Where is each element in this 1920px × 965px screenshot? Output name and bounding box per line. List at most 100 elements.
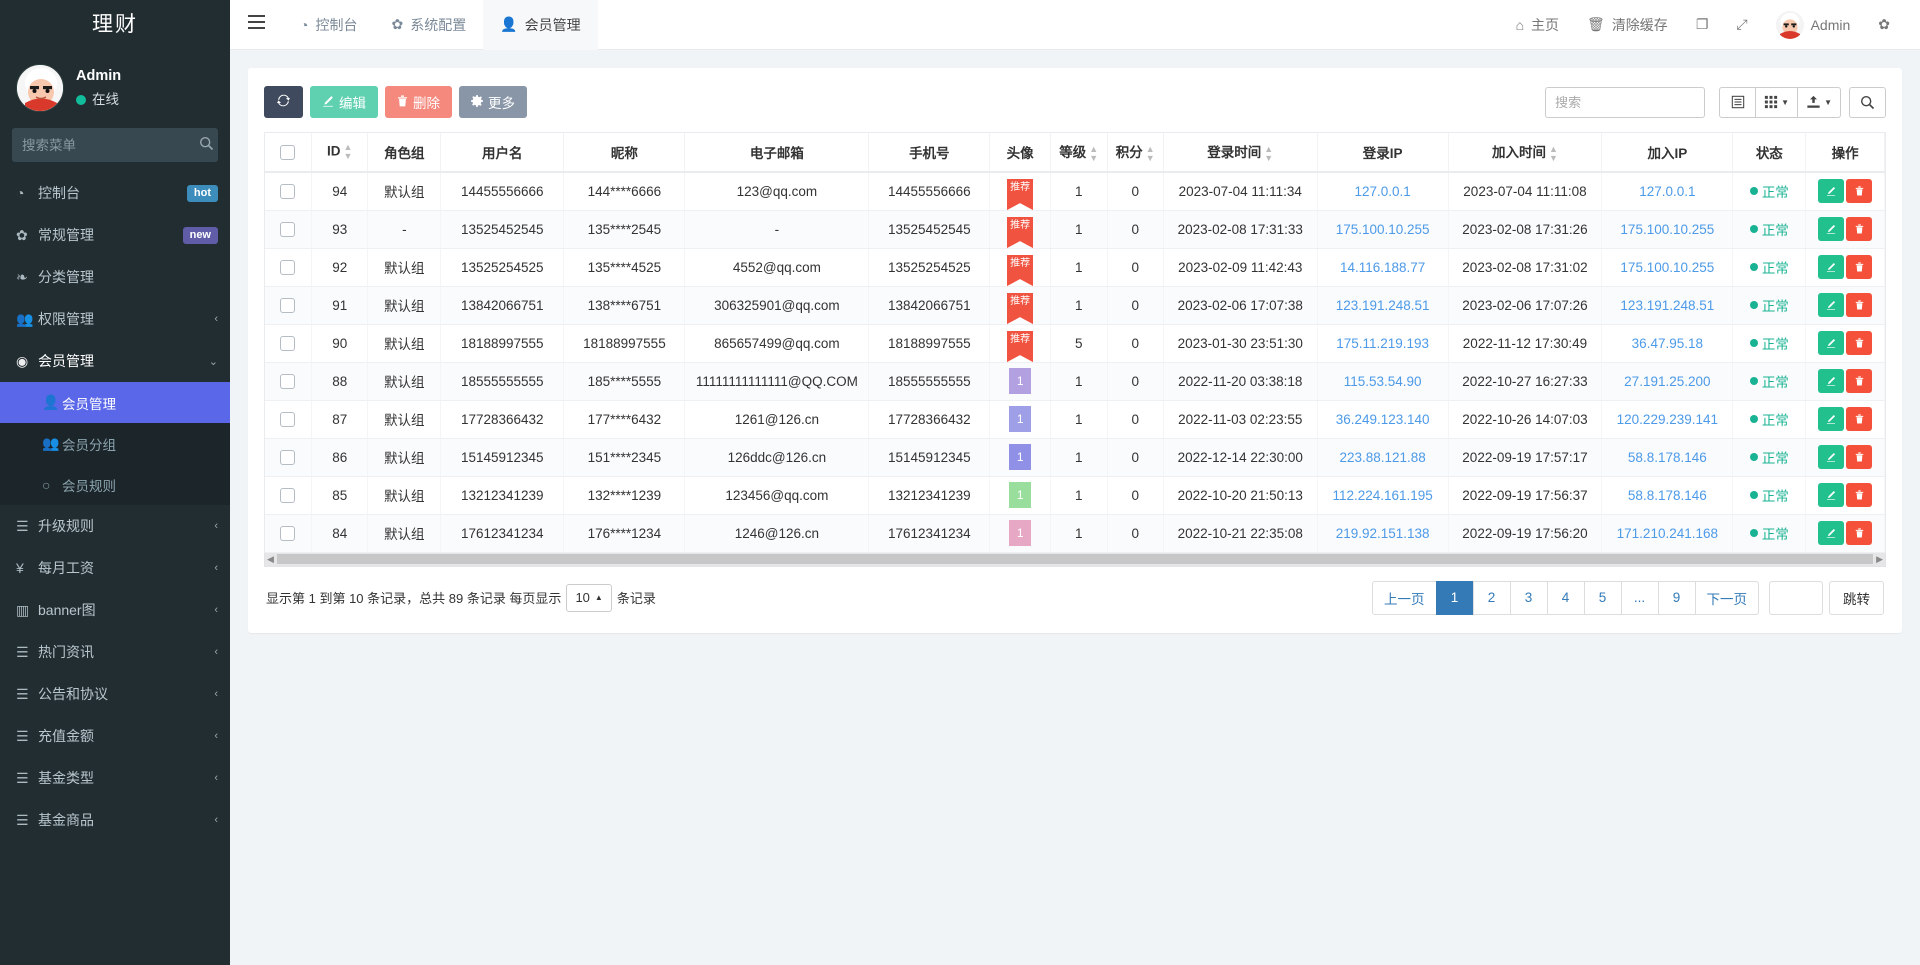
row-checkbox[interactable]	[280, 298, 295, 313]
grid-columns-icon[interactable]: ▼	[1756, 87, 1798, 118]
pager-prev[interactable]: 上一页	[1372, 581, 1437, 615]
ip-link[interactable]: 219.92.151.138	[1336, 526, 1430, 541]
sidebar-item-7[interactable]: ¥每月工资‹	[0, 547, 230, 589]
horizontal-scrollbar[interactable]: ◀ ▶	[264, 553, 1886, 567]
ip-link[interactable]: 223.88.121.88	[1339, 450, 1425, 465]
column-header-level[interactable]: 等级▲▼	[1050, 133, 1107, 172]
topbar-action-5[interactable]: Admin	[1762, 0, 1865, 50]
pager-page-6[interactable]: ...	[1621, 581, 1659, 615]
table-row[interactable]: 85默认组13212341239132****1239123456@qq.com…	[265, 476, 1885, 514]
sidebar-item-10[interactable]: ☰公告和协议‹	[0, 673, 230, 715]
row-delete-button[interactable]	[1846, 445, 1872, 469]
row-edit-button[interactable]	[1818, 483, 1844, 507]
row-edit-button[interactable]	[1818, 331, 1844, 355]
ip-link[interactable]: 123.191.248.51	[1620, 298, 1714, 313]
row-edit-button[interactable]	[1818, 217, 1844, 241]
table-row[interactable]: 88默认组18555555555185****55551111111111111…	[265, 362, 1885, 400]
refresh-button[interactable]	[264, 86, 303, 118]
pager-page-5[interactable]: 5	[1584, 581, 1622, 615]
row-delete-button[interactable]	[1846, 521, 1872, 545]
column-header-login_time[interactable]: 登录时间▲▼	[1164, 133, 1317, 172]
delete-button[interactable]: 删除	[385, 86, 452, 118]
row-delete-button[interactable]	[1846, 483, 1872, 507]
table-row[interactable]: 90默认组1818899755518188997555865657499@qq.…	[265, 324, 1885, 362]
ip-link[interactable]: 58.8.178.146	[1628, 450, 1707, 465]
pager-page-4[interactable]: 4	[1547, 581, 1585, 615]
row-edit-button[interactable]	[1818, 407, 1844, 431]
table-row[interactable]: 94默认组14455556666144****6666123@qq.com144…	[265, 172, 1885, 210]
ip-link[interactable]: 27.191.25.200	[1624, 374, 1710, 389]
sidebar-search-box[interactable]	[12, 128, 218, 162]
edit-button[interactable]: 编辑	[310, 86, 378, 118]
row-delete-button[interactable]	[1846, 179, 1872, 203]
ip-link[interactable]: 120.229.239.141	[1617, 412, 1718, 427]
ip-link[interactable]: 171.210.241.168	[1617, 526, 1718, 541]
topbar-action-2[interactable]: 🗑清除缓存	[1573, 0, 1682, 50]
row-delete-button[interactable]	[1846, 217, 1872, 241]
row-checkbox[interactable]	[280, 336, 295, 351]
row-checkbox[interactable]	[280, 260, 295, 275]
pager-page-3[interactable]: 3	[1510, 581, 1548, 615]
scroll-left-arrow-icon[interactable]: ◀	[267, 554, 274, 565]
ip-link[interactable]: 36.249.123.140	[1336, 412, 1430, 427]
scrollbar-thumb[interactable]	[277, 554, 1873, 564]
search-submit-button[interactable]	[1849, 87, 1886, 118]
ip-link[interactable]: 112.224.161.195	[1332, 488, 1432, 503]
sidebar-item-6[interactable]: ☰升级规则‹	[0, 505, 230, 547]
pager-page-7[interactable]: 9	[1658, 581, 1696, 615]
sidebar-item-4[interactable]: 👥权限管理‹	[0, 298, 230, 340]
topbar-action-4[interactable]: ⤢	[1722, 0, 1761, 50]
ip-link[interactable]: 175.100.10.255	[1620, 260, 1714, 275]
row-delete-button[interactable]	[1846, 255, 1872, 279]
topbar-action-1[interactable]: ⌂主页	[1502, 0, 1573, 50]
search-icon[interactable]	[199, 136, 214, 155]
ip-link[interactable]: 127.0.0.1	[1354, 184, 1410, 199]
sidebar-item-11[interactable]: ☰充值金额‹	[0, 715, 230, 757]
sort-icon[interactable]: ▲▼	[1089, 145, 1098, 163]
column-header-join_time[interactable]: 加入时间▲▼	[1448, 133, 1601, 172]
ip-link[interactable]: 14.116.188.77	[1340, 260, 1425, 275]
ip-link[interactable]: 175.11.219.193	[1336, 336, 1429, 351]
ip-link[interactable]: 58.8.178.146	[1628, 488, 1707, 503]
table-scroll-container[interactable]: ID▲▼角色组用户名昵称电子邮箱手机号头像等级▲▼积分▲▼登录时间▲▼登录IP加…	[264, 132, 1886, 553]
topbar-action-6[interactable]: ✿	[1864, 0, 1904, 50]
scroll-right-arrow-icon[interactable]: ▶	[1876, 554, 1883, 565]
row-delete-button[interactable]	[1846, 331, 1872, 355]
sidebar-item-5[interactable]: ◉会员管理⌄	[0, 340, 230, 382]
table-search-input[interactable]	[1545, 87, 1705, 118]
page-jump-button[interactable]: 跳转	[1829, 581, 1884, 615]
ip-link[interactable]: 175.100.10.255	[1620, 222, 1714, 237]
row-checkbox[interactable]	[280, 526, 295, 541]
sidebar-item-9[interactable]: ☰热门资讯‹	[0, 631, 230, 673]
sort-icon[interactable]: ▲▼	[343, 143, 352, 161]
row-checkbox[interactable]	[280, 184, 295, 199]
ip-link[interactable]: 123.191.248.51	[1336, 298, 1430, 313]
select-all-checkbox[interactable]	[280, 145, 295, 160]
row-checkbox[interactable]	[280, 450, 295, 465]
menu-toggle-icon[interactable]	[230, 15, 283, 34]
sidebar-subitem-2[interactable]: 👥会员分组	[0, 423, 230, 464]
row-edit-button[interactable]	[1818, 369, 1844, 393]
row-edit-button[interactable]	[1818, 255, 1844, 279]
pager-next[interactable]: 下一页	[1695, 581, 1760, 615]
ip-link[interactable]: 127.0.0.1	[1639, 184, 1695, 199]
sidebar-item-3[interactable]: ❧分类管理	[0, 256, 230, 298]
pager-page-2[interactable]: 2	[1473, 581, 1511, 615]
sidebar-item-1[interactable]: ◔控制台hot	[0, 172, 230, 214]
sort-icon[interactable]: ▲▼	[1146, 145, 1155, 163]
per-page-select[interactable]: 10 ▲	[566, 584, 611, 612]
row-edit-button[interactable]	[1818, 521, 1844, 545]
list-view-icon[interactable]	[1719, 87, 1756, 118]
row-checkbox[interactable]	[280, 374, 295, 389]
sidebar-item-8[interactable]: ▥banner图‹	[0, 589, 230, 631]
tab-1[interactable]: ◔控制台	[283, 0, 374, 50]
row-checkbox[interactable]	[280, 412, 295, 427]
sidebar-search-input[interactable]	[22, 138, 199, 153]
sort-icon[interactable]: ▲▼	[1264, 145, 1273, 163]
row-edit-button[interactable]	[1818, 179, 1844, 203]
column-header-points[interactable]: 积分▲▼	[1107, 133, 1164, 172]
page-jump-input[interactable]	[1769, 581, 1823, 615]
sidebar-item-12[interactable]: ☰基金类型‹	[0, 757, 230, 799]
ip-link[interactable]: 175.100.10.255	[1336, 222, 1430, 237]
table-row[interactable]: 93-13525452545135****2545-13525452545推荐1…	[265, 210, 1885, 248]
